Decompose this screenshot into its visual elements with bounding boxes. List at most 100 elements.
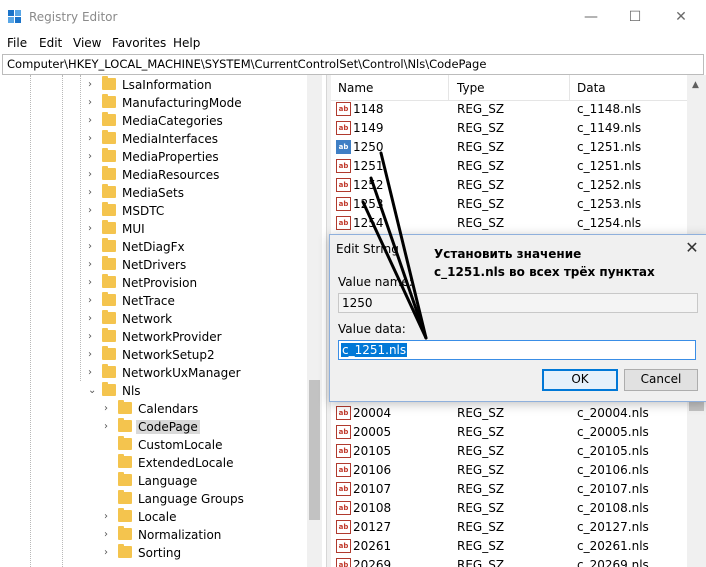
tree-item[interactable]: › MediaInterfaces [0, 130, 310, 148]
chevron-right-icon[interactable]: › [88, 151, 92, 162]
maximize-button[interactable]: ☐ [612, 0, 658, 34]
tree-item[interactable]: › NetworkProvider [0, 328, 310, 346]
tree-item[interactable]: ⌄ Nls [0, 382, 310, 400]
list-row[interactable]: ab 20004 REG_SZ c_20004.nls [331, 403, 683, 422]
tree-item[interactable]: › NetDiagFx [0, 238, 310, 256]
chevron-right-icon[interactable]: › [104, 547, 108, 558]
folder-icon [102, 148, 116, 162]
ok-button[interactable]: OK [542, 369, 618, 391]
minimize-button[interactable]: — [568, 0, 614, 34]
list-row[interactable]: ab 1148 REG_SZ c_1148.nls [331, 99, 683, 118]
list-row[interactable]: ab 20107 REG_SZ c_20107.nls [331, 479, 683, 498]
list-row[interactable]: ab 1254 REG_SZ c_1254.nls [331, 213, 683, 232]
chevron-right-icon[interactable]: › [88, 187, 92, 198]
list-row[interactable]: ab 1149 REG_SZ c_1149.nls [331, 118, 683, 137]
column-name[interactable]: Name [338, 81, 373, 95]
list-row[interactable]: ab 1251 REG_SZ c_1251.nls [331, 156, 683, 175]
tree-item[interactable]: › Locale [0, 508, 310, 526]
tree-item[interactable]: Language Groups [0, 490, 310, 508]
chevron-right-icon[interactable]: › [88, 115, 92, 126]
menu-help[interactable]: Help [173, 36, 200, 50]
tree-item[interactable]: › NetworkSetup2 [0, 346, 310, 364]
list-row[interactable]: ab 20106 REG_SZ c_20106.nls [331, 460, 683, 479]
menu-file[interactable]: File [7, 36, 27, 50]
chevron-right-icon[interactable]: › [88, 79, 92, 90]
chevron-right-icon[interactable]: › [104, 421, 108, 432]
chevron-right-icon[interactable]: › [88, 313, 92, 324]
tree-item[interactable]: › ManufacturingMode [0, 94, 310, 112]
value-name-cell: 1149 [353, 121, 384, 135]
column-type[interactable]: Type [457, 81, 485, 95]
tree-item[interactable]: › NetProvision [0, 274, 310, 292]
chevron-right-icon[interactable]: › [88, 367, 92, 378]
column-data[interactable]: Data [577, 81, 606, 95]
address-bar[interactable]: Computer\HKEY_LOCAL_MACHINE\SYSTEM\Curre… [2, 54, 704, 75]
tree-item[interactable]: › LsaInformation [0, 76, 310, 94]
chevron-right-icon[interactable]: › [88, 205, 92, 216]
chevron-right-icon[interactable]: › [88, 295, 92, 306]
value-name-field: 1250 [338, 293, 698, 313]
tree-item[interactable]: › Normalization [0, 526, 310, 544]
tree-item[interactable]: ExtendedLocale [0, 454, 310, 472]
list-row[interactable]: ab 20269 REG_SZ c_20269.nls [331, 555, 683, 567]
string-value-icon: ab [336, 197, 351, 211]
value-data-input[interactable]: c_1251.nls [338, 340, 696, 360]
tree-item[interactable]: › MSDTC [0, 202, 310, 220]
string-value-icon: ab [336, 406, 351, 420]
chevron-right-icon[interactable]: › [88, 259, 92, 270]
list-row[interactable]: ab 20127 REG_SZ c_20127.nls [331, 517, 683, 536]
menu-edit[interactable]: Edit [39, 36, 62, 50]
chevron-down-icon[interactable]: ⌄ [88, 385, 96, 396]
chevron-right-icon[interactable]: › [88, 223, 92, 234]
menu-view[interactable]: View [73, 36, 101, 50]
tree-item[interactable]: › MediaResources [0, 166, 310, 184]
menu-favorites[interactable]: Favorites [112, 36, 166, 50]
tree-item[interactable]: › Calendars [0, 400, 310, 418]
folder-icon [102, 76, 116, 90]
column-separator[interactable] [569, 75, 570, 100]
chevron-right-icon[interactable]: › [104, 529, 108, 540]
list-row[interactable]: ab 20005 REG_SZ c_20005.nls [331, 422, 683, 441]
tree-item[interactable]: › MediaSets [0, 184, 310, 202]
list-row[interactable]: ab 20108 REG_SZ c_20108.nls [331, 498, 683, 517]
chevron-right-icon[interactable]: › [88, 97, 92, 108]
list-row[interactable]: ab 20261 REG_SZ c_20261.nls [331, 536, 683, 555]
column-separator[interactable] [448, 75, 449, 100]
chevron-right-icon[interactable]: › [88, 241, 92, 252]
chevron-right-icon[interactable]: › [88, 133, 92, 144]
key-tree[interactable]: › LsaInformation › ManufacturingMode › MediaC… [0, 75, 322, 567]
tree-item[interactable]: › Network [0, 310, 310, 328]
tree-item[interactable]: › NetDrivers [0, 256, 310, 274]
chevron-right-icon[interactable]: › [88, 169, 92, 180]
chevron-right-icon[interactable]: › [104, 403, 108, 414]
scroll-up-arrow-icon[interactable]: ▲ [692, 80, 699, 90]
list-row[interactable]: ab 1253 REG_SZ c_1253.nls [331, 194, 683, 213]
chevron-right-icon[interactable]: › [104, 511, 108, 522]
chevron-right-icon[interactable]: › [88, 331, 92, 342]
tree-item[interactable]: › MUI [0, 220, 310, 238]
tree-item[interactable]: Language [0, 472, 310, 490]
list-row[interactable]: ab 1250 REG_SZ c_1251.nls [331, 137, 683, 156]
tree-scrollbar-thumb[interactable] [309, 380, 320, 520]
list-row[interactable]: ab 1252 REG_SZ c_1252.nls [331, 175, 683, 194]
list-row[interactable]: ab 20105 REG_SZ c_20105.nls [331, 441, 683, 460]
folder-icon [118, 544, 132, 558]
value-name-cell: 1252 [353, 178, 384, 192]
tree-item[interactable]: › CodePage [0, 418, 310, 436]
value-type-cell: REG_SZ [457, 159, 505, 173]
tree-item[interactable]: › MediaCategories [0, 112, 310, 130]
close-button[interactable]: ✕ [658, 0, 704, 34]
tree-item[interactable]: › NetworkUxManager [0, 364, 310, 382]
tree-item-label: NetTrace [122, 294, 175, 308]
chevron-right-icon[interactable]: › [88, 349, 92, 360]
tree-item[interactable]: › MediaProperties [0, 148, 310, 166]
cancel-button[interactable]: Cancel [624, 369, 698, 391]
folder-icon [102, 112, 116, 126]
tree-item[interactable]: CustomLocale [0, 436, 310, 454]
chevron-right-icon[interactable]: › [88, 277, 92, 288]
dialog-close-icon[interactable]: ✕ [682, 237, 702, 259]
tree-item[interactable]: › NetTrace [0, 292, 310, 310]
value-data-cell: c_1252.nls [577, 178, 642, 192]
value-type-cell: REG_SZ [457, 558, 505, 567]
tree-item[interactable]: › Sorting [0, 544, 310, 562]
